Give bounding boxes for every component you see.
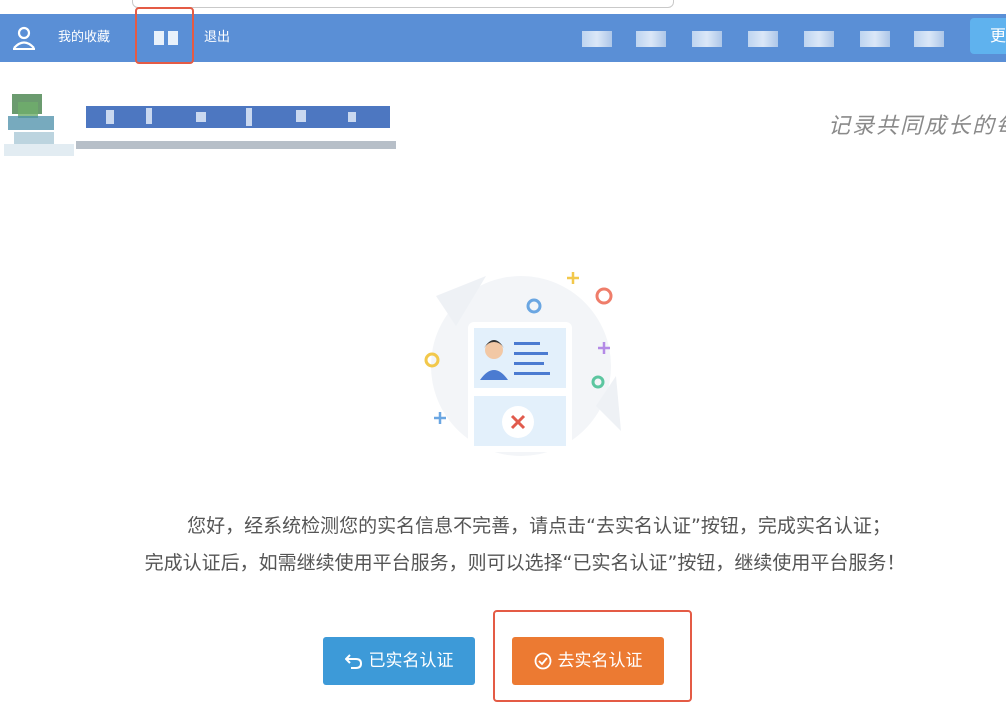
already-verified-button[interactable]: 已实名认证 xyxy=(323,637,475,685)
browser-url-bar[interactable] xyxy=(132,0,674,8)
nav-my-favorites[interactable]: 我的收藏 xyxy=(58,14,110,62)
nav-more-button[interactable]: 更 xyxy=(970,18,1006,54)
nav-item-blurred-5[interactable] xyxy=(804,31,834,47)
undo-icon xyxy=(344,654,362,669)
highlight-box-username xyxy=(135,7,194,64)
user-logo-icon[interactable] xyxy=(10,24,38,52)
nav-item-blurred-7[interactable] xyxy=(914,31,944,47)
id-card-error-icon xyxy=(424,272,621,456)
notice-line-1: 您好，经系统检测您的实名信息不完善，请点击“去实名认证”按钮，完成实名认证； xyxy=(187,515,891,537)
highlight-box-go-verify xyxy=(493,610,692,702)
header-slogan: 记录共同成长的每 xyxy=(828,114,1006,139)
nav-item-blurred-4[interactable] xyxy=(748,31,778,47)
site-title-blurred xyxy=(86,106,390,128)
notice-line-2: 完成认证后，如需继续使用平台服务，则可以选择“已实名认证”按钮，继续使用平台服务… xyxy=(144,552,906,574)
nav-item-blurred-6[interactable] xyxy=(860,31,890,47)
nav-logout[interactable]: 退出 xyxy=(204,14,230,62)
site-logo-blurred[interactable] xyxy=(4,92,74,158)
nav-item-blurred-2[interactable] xyxy=(636,31,666,47)
nav-item-blurred-3[interactable] xyxy=(692,31,722,47)
site-subtitle-blurred xyxy=(76,141,396,149)
already-verified-label: 已实名认证 xyxy=(368,651,454,671)
nav-item-blurred-1[interactable] xyxy=(582,31,612,47)
